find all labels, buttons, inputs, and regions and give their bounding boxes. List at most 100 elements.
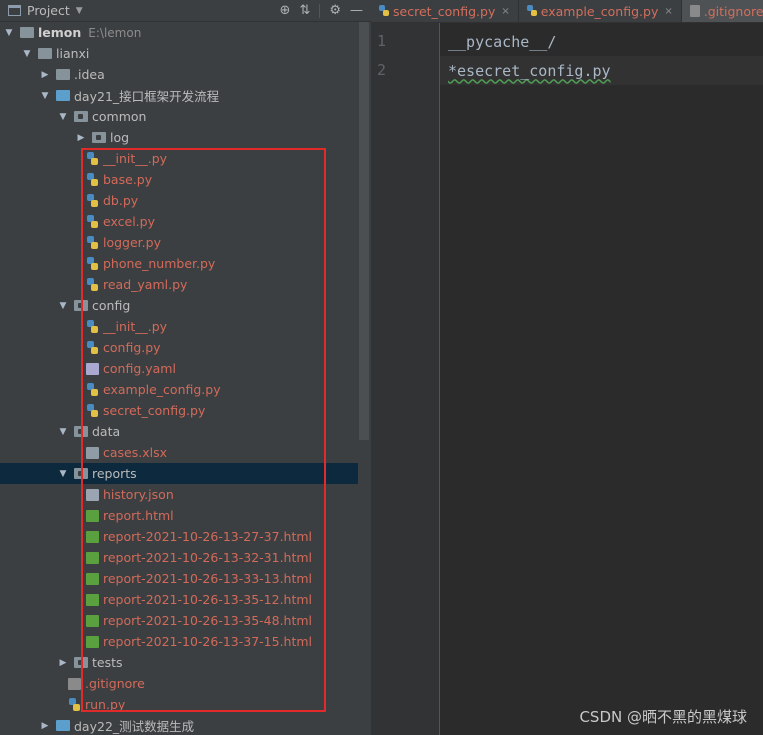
- tree-item[interactable]: .gitignore: [0, 673, 358, 694]
- tree-item-label: logger.py: [103, 235, 161, 250]
- html-file-icon: [86, 509, 99, 522]
- tab-label: example_config.py: [540, 3, 659, 19]
- project-window-icon: [8, 5, 21, 16]
- tree-item[interactable]: run.py: [0, 694, 358, 715]
- expanded-arrow-icon[interactable]: ▼: [58, 469, 68, 479]
- code-text: __pycache__/: [448, 32, 557, 51]
- expanded-arrow-icon[interactable]: ▼: [40, 91, 50, 101]
- code-line[interactable]: *esecret_config.py: [440, 56, 763, 85]
- tree-item[interactable]: db.py: [0, 190, 358, 211]
- tab-label: secret_config.py: [393, 3, 496, 19]
- gear-icon[interactable]: ⚙: [329, 3, 341, 18]
- tree-item[interactable]: report-2021-10-26-13-33-13.html: [0, 568, 358, 589]
- tree-item[interactable]: report-2021-10-26-13-35-12.html: [0, 589, 358, 610]
- editor-tab[interactable]: .gitignore: [681, 0, 763, 22]
- tree-item[interactable]: ▼ common: [0, 106, 358, 127]
- package-folder-icon: [74, 300, 88, 311]
- code-text: *esecret_config.py: [448, 61, 611, 80]
- expanded-arrow-icon[interactable]: ▼: [22, 49, 32, 59]
- tree-item-label: report-2021-10-26-13-37-15.html: [103, 634, 313, 649]
- tree-item-label: report-2021-10-26-13-33-13.html: [103, 571, 313, 586]
- folder-icon: [20, 27, 34, 38]
- tree-item[interactable]: __init__.py: [0, 148, 358, 169]
- panel-title: Project: [27, 3, 70, 18]
- yaml-file-icon: [86, 362, 99, 375]
- editor-area: secret_config.py × example_config.py × .giti…: [371, 0, 763, 735]
- tree-item[interactable]: ▶ .idea: [0, 64, 358, 85]
- tree-item-label: db.py: [103, 193, 139, 208]
- tree-item[interactable]: history.json: [0, 484, 358, 505]
- tree-scrollbar[interactable]: [359, 22, 369, 440]
- package-folder-icon: [74, 657, 88, 668]
- locate-file-icon[interactable]: ⊕: [280, 3, 291, 18]
- tree-item[interactable]: read_yaml.py: [0, 274, 358, 295]
- tree-item-label: config.yaml: [103, 361, 176, 376]
- collapsed-arrow-icon[interactable]: ▶: [58, 658, 68, 668]
- tree-item-label: __init__.py: [103, 319, 168, 334]
- tree-item-label: log: [110, 130, 130, 145]
- expanded-arrow-icon[interactable]: ▼: [58, 301, 68, 311]
- expanded-arrow-icon[interactable]: ▼: [4, 28, 14, 38]
- tree-item-label: report.html: [103, 508, 174, 523]
- tree-item[interactable]: ▶ tests: [0, 652, 358, 673]
- tree-item[interactable]: ▼ reports: [0, 463, 358, 484]
- tree-item[interactable]: secret_config.py: [0, 400, 358, 421]
- collapsed-arrow-icon[interactable]: ▶: [40, 721, 50, 731]
- tree-item[interactable]: ▼ config: [0, 295, 358, 316]
- editor-tab[interactable]: secret_config.py ×: [371, 0, 519, 22]
- html-file-icon: [86, 614, 99, 627]
- tree-item[interactable]: ▶ log: [0, 127, 358, 148]
- tree-item[interactable]: phone_number.py: [0, 253, 358, 274]
- collapse-all-icon[interactable]: ⇅: [299, 3, 310, 18]
- tree-item-label: base.py: [103, 172, 153, 187]
- tree-item[interactable]: logger.py: [0, 232, 358, 253]
- collapsed-arrow-icon[interactable]: ▶: [76, 133, 86, 143]
- tree-item[interactable]: report-2021-10-26-13-32-31.html: [0, 547, 358, 568]
- python-file-icon: [86, 382, 99, 397]
- tree-item[interactable]: config.py: [0, 337, 358, 358]
- tree-item[interactable]: ▼ lianxi: [0, 43, 358, 64]
- python-file-icon: [86, 256, 99, 271]
- tree-item-label: report-2021-10-26-13-35-12.html: [103, 592, 313, 607]
- close-tab-icon[interactable]: ×: [501, 6, 509, 17]
- editor-tab-bar: secret_config.py × example_config.py × .giti…: [371, 0, 763, 23]
- tree-item[interactable]: ▼ data: [0, 421, 358, 442]
- tree-item-label: day22_测试数据生成: [74, 719, 195, 734]
- tree-item[interactable]: ▼ day21_接口框架开发流程: [0, 85, 358, 106]
- tree-item[interactable]: report-2021-10-26-13-35-48.html: [0, 610, 358, 631]
- hide-panel-icon[interactable]: —: [350, 3, 363, 18]
- html-file-icon: [86, 635, 99, 648]
- collapsed-arrow-icon[interactable]: ▶: [40, 70, 50, 80]
- tree-item[interactable]: report.html: [0, 505, 358, 526]
- line-number: 1: [377, 32, 387, 50]
- tree-item[interactable]: cases.xlsx: [0, 442, 358, 463]
- tree-item-label: .idea: [74, 67, 105, 82]
- tab-label: .gitignore: [703, 3, 763, 19]
- tree-item-label: lianxi: [56, 46, 90, 61]
- tree-item[interactable]: base.py: [0, 169, 358, 190]
- tree-item-label: cases.xlsx: [103, 445, 168, 460]
- gitignore-file-icon: [689, 5, 700, 17]
- tree-item[interactable]: ▶ day22_测试数据生成: [0, 715, 358, 735]
- tree-item[interactable]: report-2021-10-26-13-27-37.html: [0, 526, 358, 547]
- close-tab-icon[interactable]: ×: [664, 6, 672, 17]
- expanded-arrow-icon[interactable]: ▼: [58, 427, 68, 437]
- tree-item[interactable]: ▼ lemon E:\lemon: [0, 22, 358, 43]
- html-file-icon: [86, 551, 99, 564]
- python-file-icon: [86, 214, 99, 229]
- tree-item[interactable]: report-2021-10-26-13-37-15.html: [0, 631, 358, 652]
- editor-tab[interactable]: example_config.py ×: [519, 0, 682, 22]
- tree-item[interactable]: excel.py: [0, 211, 358, 232]
- expanded-arrow-icon[interactable]: ▼: [58, 112, 68, 122]
- watermark: CSDN @晒不黑的黑煤球: [579, 708, 747, 726]
- tree-item[interactable]: __init__.py: [0, 316, 358, 337]
- tree-item[interactable]: example_config.py: [0, 379, 358, 400]
- tree-item[interactable]: config.yaml: [0, 358, 358, 379]
- code-line[interactable]: __pycache__/: [440, 27, 763, 56]
- tree-scroll-track: [359, 440, 369, 735]
- tree-item-label: data: [92, 424, 121, 439]
- code-area[interactable]: __pycache__/ *esecret_config.py: [440, 23, 763, 735]
- python-file-icon: [86, 277, 99, 292]
- project-view-selector[interactable]: Project ▼: [8, 3, 83, 18]
- tree-item-label: __init__.py: [103, 151, 168, 166]
